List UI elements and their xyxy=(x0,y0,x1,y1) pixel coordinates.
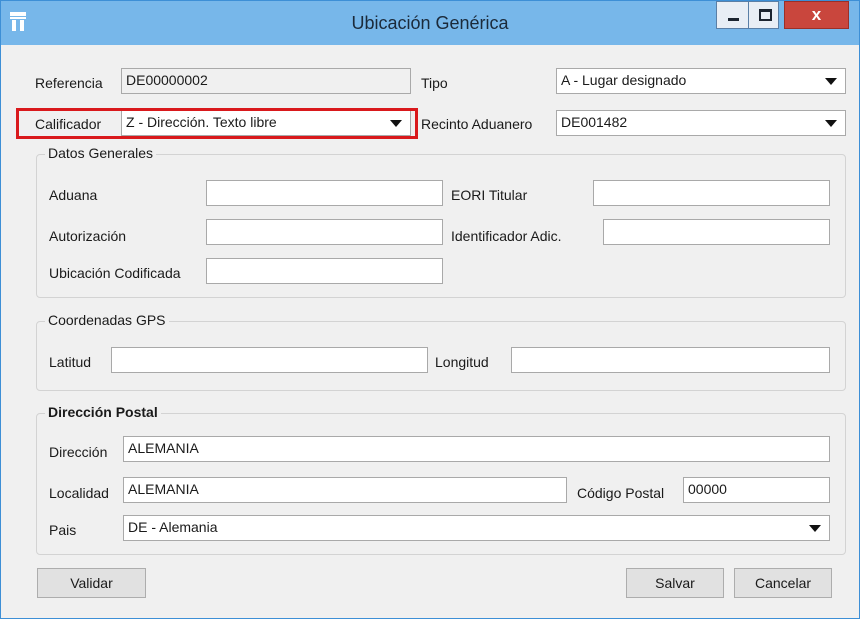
direccion-label: Dirección xyxy=(49,444,108,460)
postal-legend: Dirección Postal xyxy=(45,404,161,420)
pais-select[interactable]: DE - Alemania xyxy=(123,515,830,541)
codigo-postal-field[interactable]: 00000 xyxy=(683,477,830,503)
eori-field[interactable] xyxy=(593,180,830,206)
latitud-field[interactable] xyxy=(111,347,428,373)
longitud-field[interactable] xyxy=(511,347,830,373)
localidad-field[interactable]: ALEMANIA xyxy=(123,477,567,503)
minimize-button[interactable] xyxy=(716,1,748,29)
ubicacion-field[interactable] xyxy=(206,258,443,284)
aduana-field[interactable] xyxy=(206,180,443,206)
minimize-icon xyxy=(728,18,739,21)
pais-label: Pais xyxy=(49,522,77,538)
validar-button[interactable]: Validar xyxy=(37,568,146,598)
latitud-label: Latitud xyxy=(49,354,92,370)
identificador-label: Identificador Adic. xyxy=(451,228,562,244)
direccion-field[interactable]: ALEMANIA xyxy=(123,436,830,462)
title-bar[interactable]: Ubicación Genérica x xyxy=(1,1,859,45)
longitud-label: Longitud xyxy=(435,354,489,370)
chevron-down-icon xyxy=(825,78,837,85)
tipo-select[interactable]: A - Lugar designado xyxy=(556,68,846,94)
close-icon: x xyxy=(811,5,822,24)
autorizacion-field[interactable] xyxy=(206,219,443,245)
maximize-icon xyxy=(759,9,772,21)
referencia-field[interactable]: DE00000002 xyxy=(121,68,411,94)
maximize-button[interactable] xyxy=(748,1,779,29)
close-button[interactable]: x xyxy=(784,1,849,29)
identificador-field[interactable] xyxy=(603,219,830,245)
recinto-value: DE001482 xyxy=(561,114,628,130)
cancelar-button[interactable]: Cancelar xyxy=(734,568,832,598)
gps-legend: Coordenadas GPS xyxy=(45,312,169,328)
codigo-postal-label: Código Postal xyxy=(577,485,665,501)
eori-label: EORI Titular xyxy=(451,187,528,203)
chevron-down-icon xyxy=(825,120,837,127)
autorizacion-label: Autorización xyxy=(49,228,127,244)
tipo-label: Tipo xyxy=(421,75,448,91)
datos-generales-legend: Datos Generales xyxy=(45,145,157,161)
calificador-highlight xyxy=(16,108,418,139)
recinto-label: Recinto Aduanero xyxy=(421,116,533,132)
aduana-label: Aduana xyxy=(49,187,98,203)
ubicacion-label: Ubicación Codificada xyxy=(49,265,181,281)
localidad-label: Localidad xyxy=(49,485,109,501)
recinto-select[interactable]: DE001482 xyxy=(556,110,846,136)
chevron-down-icon xyxy=(809,525,821,532)
referencia-label: Referencia xyxy=(35,75,103,91)
dialog-window: Ubicación Genérica x Referencia DE000000… xyxy=(0,0,860,619)
tipo-value: A - Lugar designado xyxy=(561,72,687,88)
salvar-button[interactable]: Salvar xyxy=(626,568,724,598)
pais-value: DE - Alemania xyxy=(128,519,218,535)
